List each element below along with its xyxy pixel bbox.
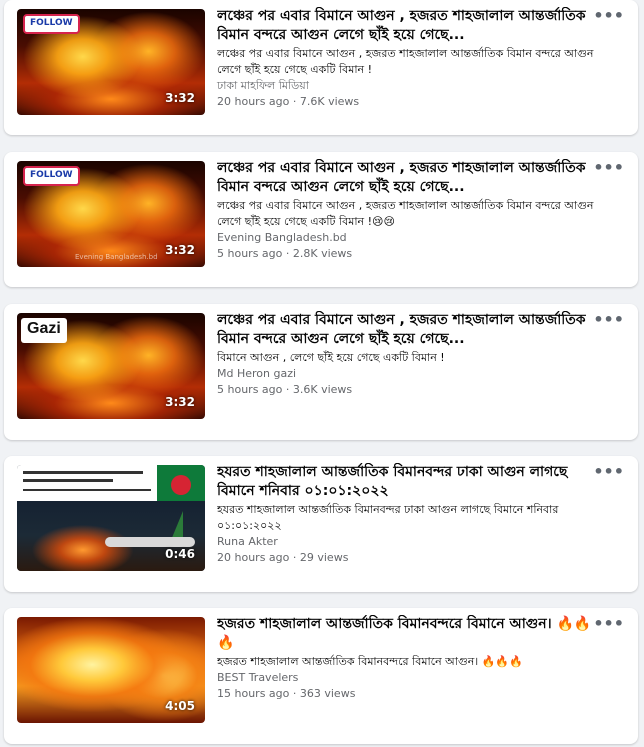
video-duration: 3:32 bbox=[165, 91, 195, 105]
video-card[interactable]: 4:05 হজরত শাহজালাল আন্তর্জাতিক বিমানবন্দ… bbox=[4, 608, 638, 744]
video-card[interactable]: Gazi 3:32 লঞ্চের পর এবার বিমানে আগুন , হ… bbox=[4, 304, 638, 440]
more-options-icon[interactable]: ••• bbox=[593, 310, 624, 329]
news-text-line bbox=[23, 479, 113, 482]
follow-badge: FOLLOW bbox=[23, 14, 80, 34]
meta-separator: · bbox=[282, 383, 293, 396]
video-title[interactable]: হযরত শাহজালাল আন্তর্জাতিক বিমানবন্দর ঢাক… bbox=[217, 463, 597, 501]
upload-time: 5 hours ago bbox=[217, 383, 283, 396]
video-meta: 5 hours ago · 2.8K views bbox=[217, 246, 597, 262]
video-meta: 15 hours ago · 363 views bbox=[217, 686, 597, 702]
more-options-icon[interactable]: ••• bbox=[593, 462, 624, 481]
video-meta: 20 hours ago · 7.6K views bbox=[217, 94, 597, 110]
meta-separator: · bbox=[282, 247, 293, 260]
video-duration: 3:32 bbox=[165, 243, 195, 257]
follow-badge: FOLLOW bbox=[23, 166, 80, 186]
view-count: 3.6K views bbox=[292, 383, 353, 396]
video-description: হযরত শাহজালাল আন্তর্জাতিক বিমানবন্দর ঢাক… bbox=[217, 503, 559, 532]
view-count: 363 views bbox=[299, 687, 356, 700]
video-duration: 4:05 bbox=[165, 699, 195, 713]
view-count: 29 views bbox=[299, 551, 349, 564]
video-thumbnail[interactable]: FOLLOW Evening Bangladesh.bd 3:32 bbox=[17, 161, 205, 267]
channel-name[interactable]: BEST Travelers bbox=[217, 670, 597, 686]
channel-name[interactable]: Evening Bangladesh.bd bbox=[217, 230, 597, 246]
news-text-line bbox=[23, 489, 151, 491]
video-meta: 5 hours ago · 3.6K views bbox=[217, 382, 597, 398]
channel-name[interactable]: Md Heron gazi bbox=[217, 366, 597, 382]
upload-time: 20 hours ago bbox=[217, 551, 290, 564]
more-options-icon[interactable]: ••• bbox=[593, 6, 624, 25]
news-text-line bbox=[23, 471, 143, 474]
video-title[interactable]: লঞ্চের পর এবার বিমানে আগুন , হজরত শাহজাল… bbox=[217, 159, 597, 197]
video-title[interactable]: লঞ্চের পর এবার বিমানে আগুন , হজরত শাহজাল… bbox=[217, 311, 597, 349]
video-description: বিমানে আগুন , লেগে ছাঁই হয়ে গেছে একটি ব… bbox=[217, 351, 445, 364]
meta-separator: · bbox=[289, 687, 300, 700]
video-description: লঞ্চের পর এবার বিমানে আগুন , হজরত শাহজাল… bbox=[217, 199, 594, 228]
more-options-icon[interactable]: ••• bbox=[593, 158, 624, 177]
upload-time: 5 hours ago bbox=[217, 247, 283, 260]
channel-name[interactable]: Runa Akter bbox=[217, 534, 597, 550]
meta-separator: · bbox=[289, 95, 300, 108]
bangladesh-flag-icon bbox=[157, 465, 205, 505]
video-thumbnail[interactable]: FOLLOW 3:32 bbox=[17, 9, 205, 115]
video-card[interactable]: 0:46 হযরত শাহজালাল আন্তর্জাতিক বিমানবন্দ… bbox=[4, 456, 638, 592]
video-thumbnail[interactable]: Gazi 3:32 bbox=[17, 313, 205, 419]
view-count: 2.8K views bbox=[292, 247, 353, 260]
video-description: হজরত শাহজালাল আন্তর্জাতিক বিমানবন্দরে বি… bbox=[217, 655, 523, 668]
upload-time: 15 hours ago bbox=[217, 687, 290, 700]
channel-name[interactable]: ঢাকা মাহফিল মিডিয়া bbox=[217, 78, 597, 94]
more-options-icon[interactable]: ••• bbox=[593, 614, 624, 633]
news-header-graphic bbox=[17, 465, 157, 501]
video-duration: 3:32 bbox=[165, 395, 195, 409]
view-count: 7.6K views bbox=[299, 95, 360, 108]
video-description: লঞ্চের পর এবার বিমানে আগুন , হজরত শাহজাল… bbox=[217, 47, 594, 76]
video-meta: 20 hours ago · 29 views bbox=[217, 550, 597, 566]
upload-time: 20 hours ago bbox=[217, 95, 290, 108]
channel-badge: Gazi bbox=[21, 318, 67, 343]
video-thumbnail[interactable]: 0:46 bbox=[17, 465, 205, 571]
video-title[interactable]: লঞ্চের পর এবার বিমানে আগুন , হজরত শাহজাল… bbox=[217, 7, 597, 45]
meta-separator: · bbox=[289, 551, 300, 564]
video-card[interactable]: FOLLOW 3:32 লঞ্চের পর এবার বিমানে আগুন ,… bbox=[4, 0, 638, 135]
video-card[interactable]: FOLLOW Evening Bangladesh.bd 3:32 লঞ্চের… bbox=[4, 152, 638, 287]
video-duration: 0:46 bbox=[165, 547, 195, 561]
plane-body-graphic bbox=[105, 537, 195, 547]
video-title[interactable]: হজরত শাহজালাল আন্তর্জাতিক বিমানবন্দরে বি… bbox=[217, 615, 597, 653]
video-thumbnail[interactable]: 4:05 bbox=[17, 617, 205, 723]
thumbnail-watermark: Evening Bangladesh.bd bbox=[75, 253, 158, 261]
